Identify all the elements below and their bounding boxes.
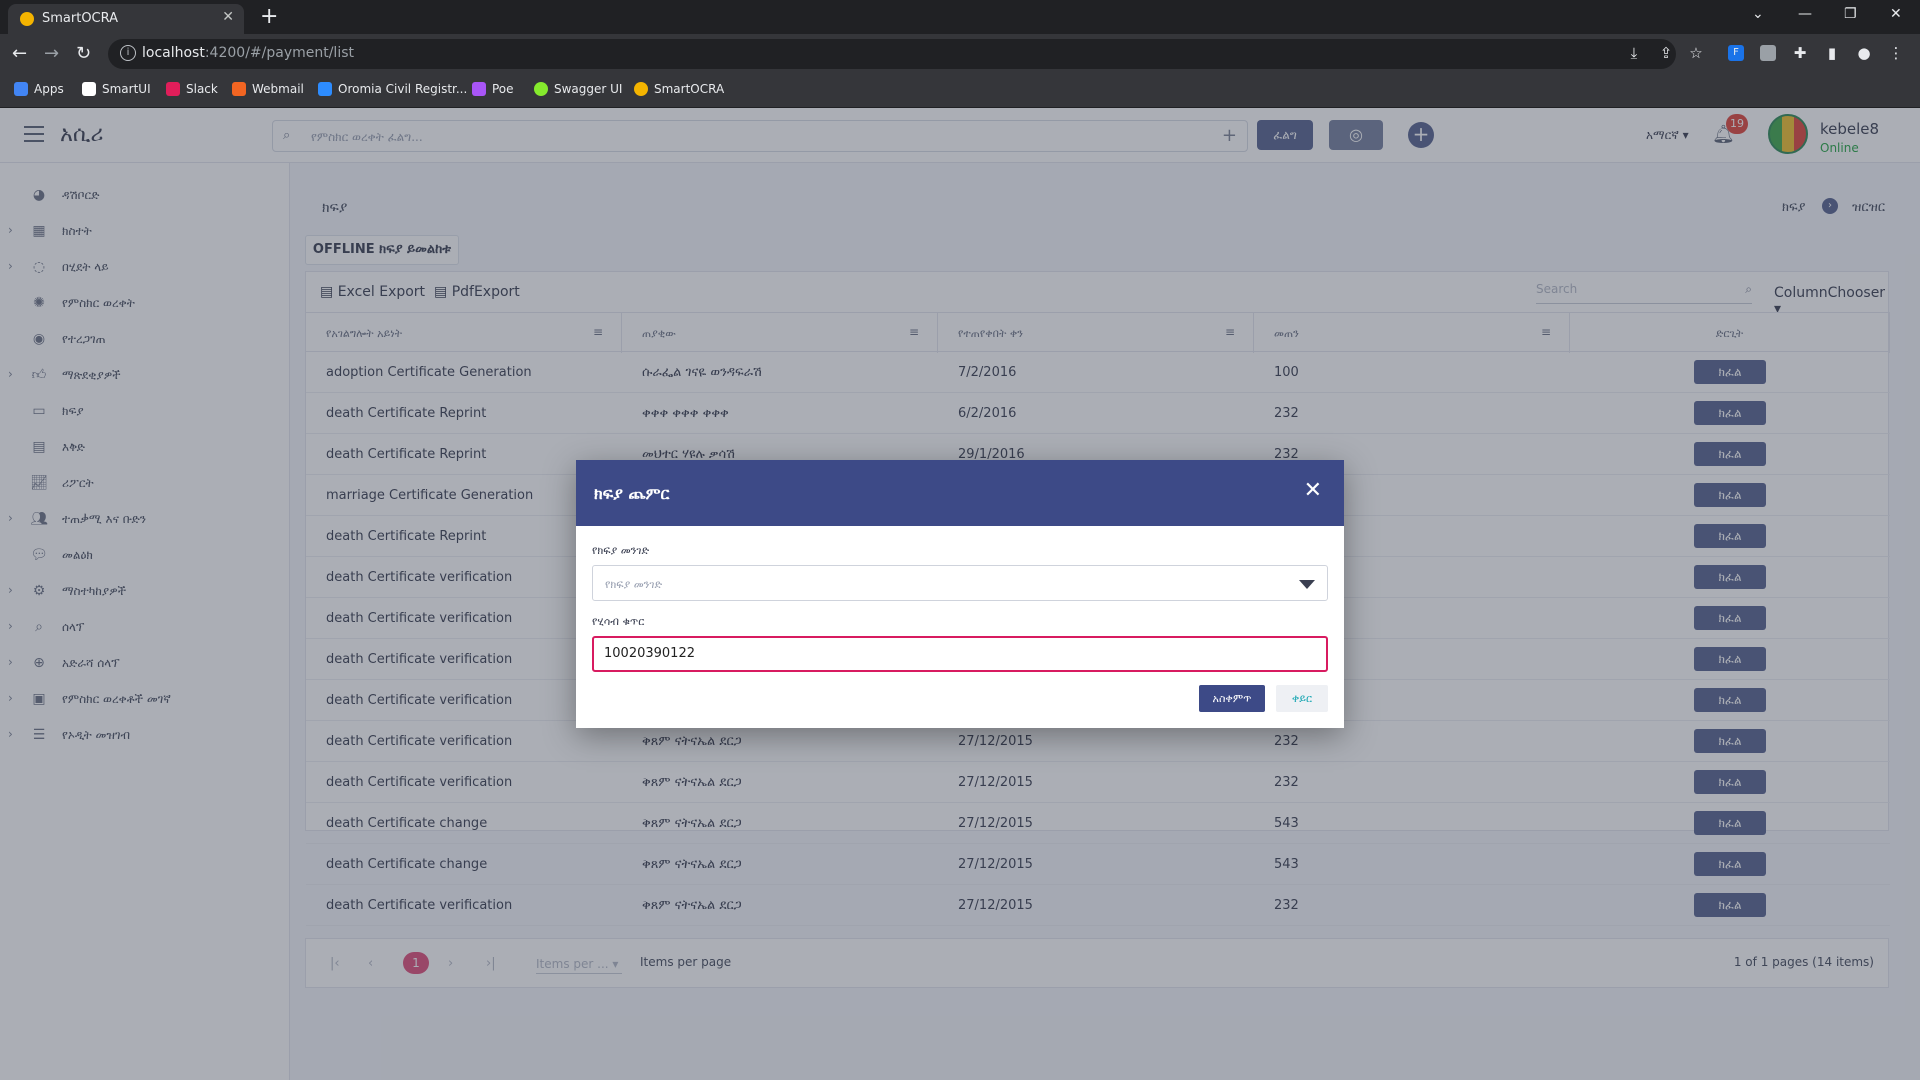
install-icon[interactable]: ⤓ [1626,45,1642,61]
smartocra-favicon-icon [20,12,34,26]
smartui-icon [82,82,96,96]
slack-icon [166,82,180,96]
save-button[interactable]: አስቀምጥ [1199,685,1265,712]
close-tab-icon[interactable]: ✕ [222,9,234,25]
bookmarks-bar: Apps SmartUI Slack Webmail Oromia Civil … [0,74,1920,108]
cancel-button[interactable]: ቀይር [1276,685,1328,712]
browser-tab[interactable]: SmartOCRA ✕ [8,4,244,34]
bookmark-label: SmartUI [102,82,151,96]
bookmark-webmail[interactable]: Webmail [232,82,304,96]
dialog-title: ክፍያ ጨምር [594,484,670,503]
bookmark-label: Swagger UI [554,82,623,96]
webmail-icon [232,82,246,96]
dialog-header: ክፍያ ጨምር ✕ [576,460,1344,526]
tab-search-icon[interactable]: ⌄ [1752,6,1764,22]
puzzle-extensions-icon[interactable]: ✚ [1792,45,1808,61]
profile-icon[interactable]: ● [1856,45,1872,61]
browser-menu-icon[interactable]: ⋮ [1888,45,1904,61]
browser-tabbar: SmartOCRA ✕ + ⌄ — ❐ ✕ [0,0,1920,34]
bookmark-poe[interactable]: Poe [472,82,514,96]
url-host: localhost [142,45,205,61]
close-window-icon[interactable]: ✕ [1890,6,1902,22]
payment-method-select[interactable]: የክፍያ መንገድ [592,565,1328,601]
apps-grid-icon [14,82,28,96]
bookmark-label: Oromia Civil Registr... [338,82,468,96]
bookmark-smartui[interactable]: SmartUI [82,82,151,96]
chevron-down-icon [1299,580,1315,589]
payment-method-placeholder: የክፍያ መንገድ [605,578,663,591]
payment-method-label: የክፍያ መንገድ [592,544,650,557]
bookmark-label: Apps [34,82,64,96]
extension-icon[interactable]: F [1728,45,1744,61]
poe-icon [472,82,486,96]
swagger-icon [534,82,548,96]
bill-number-input[interactable]: 10020390122 [592,636,1328,672]
bookmark-star-icon[interactable]: ☆ [1688,45,1704,61]
minimize-icon[interactable]: — [1798,6,1812,22]
bookmark-oromia[interactable]: Oromia Civil Registr... [318,82,467,96]
browser-toolbar: ← → ↻ i localhost:4200/#/payment/list ⤓ … [0,34,1920,74]
close-icon[interactable]: ✕ [1304,478,1322,503]
new-tab-icon[interactable]: + [260,4,278,29]
bookmark-apps[interactable]: Apps [14,82,64,96]
add-payment-dialog: ክፍያ ጨምር ✕ የክፍያ መንገድ የክፍያ መንገድ የሂሳብ ቁጥር 1… [576,460,1344,728]
extension-2-icon[interactable] [1760,45,1776,61]
site-info-icon[interactable]: i [120,45,136,61]
back-icon[interactable]: ← [12,43,27,64]
reload-icon[interactable]: ↻ [76,43,91,64]
bookmark-label: Slack [186,82,218,96]
tab-title: SmartOCRA [42,11,119,26]
bookmark-label: Poe [492,82,514,96]
bookmark-label: SmartOCRA [654,82,725,96]
bookmark-slack[interactable]: Slack [166,82,218,96]
address-bar[interactable]: i localhost:4200/#/payment/list [108,39,1676,69]
cloud-icon [318,82,332,96]
url-path: :4200/#/payment/list [204,45,354,61]
share-icon[interactable]: ⇪ [1658,45,1674,61]
bookmark-label: Webmail [252,82,304,96]
bookmark-smartocra[interactable]: SmartOCRA [634,82,724,96]
side-panel-icon[interactable]: ▮ [1824,45,1840,61]
restore-icon[interactable]: ❐ [1844,6,1857,22]
bill-number-label: የሂሳብ ቁጥር [592,615,645,628]
bookmark-swagger[interactable]: Swagger UI [534,82,622,96]
forward-icon[interactable]: → [44,43,59,64]
smartocra-icon [634,82,648,96]
